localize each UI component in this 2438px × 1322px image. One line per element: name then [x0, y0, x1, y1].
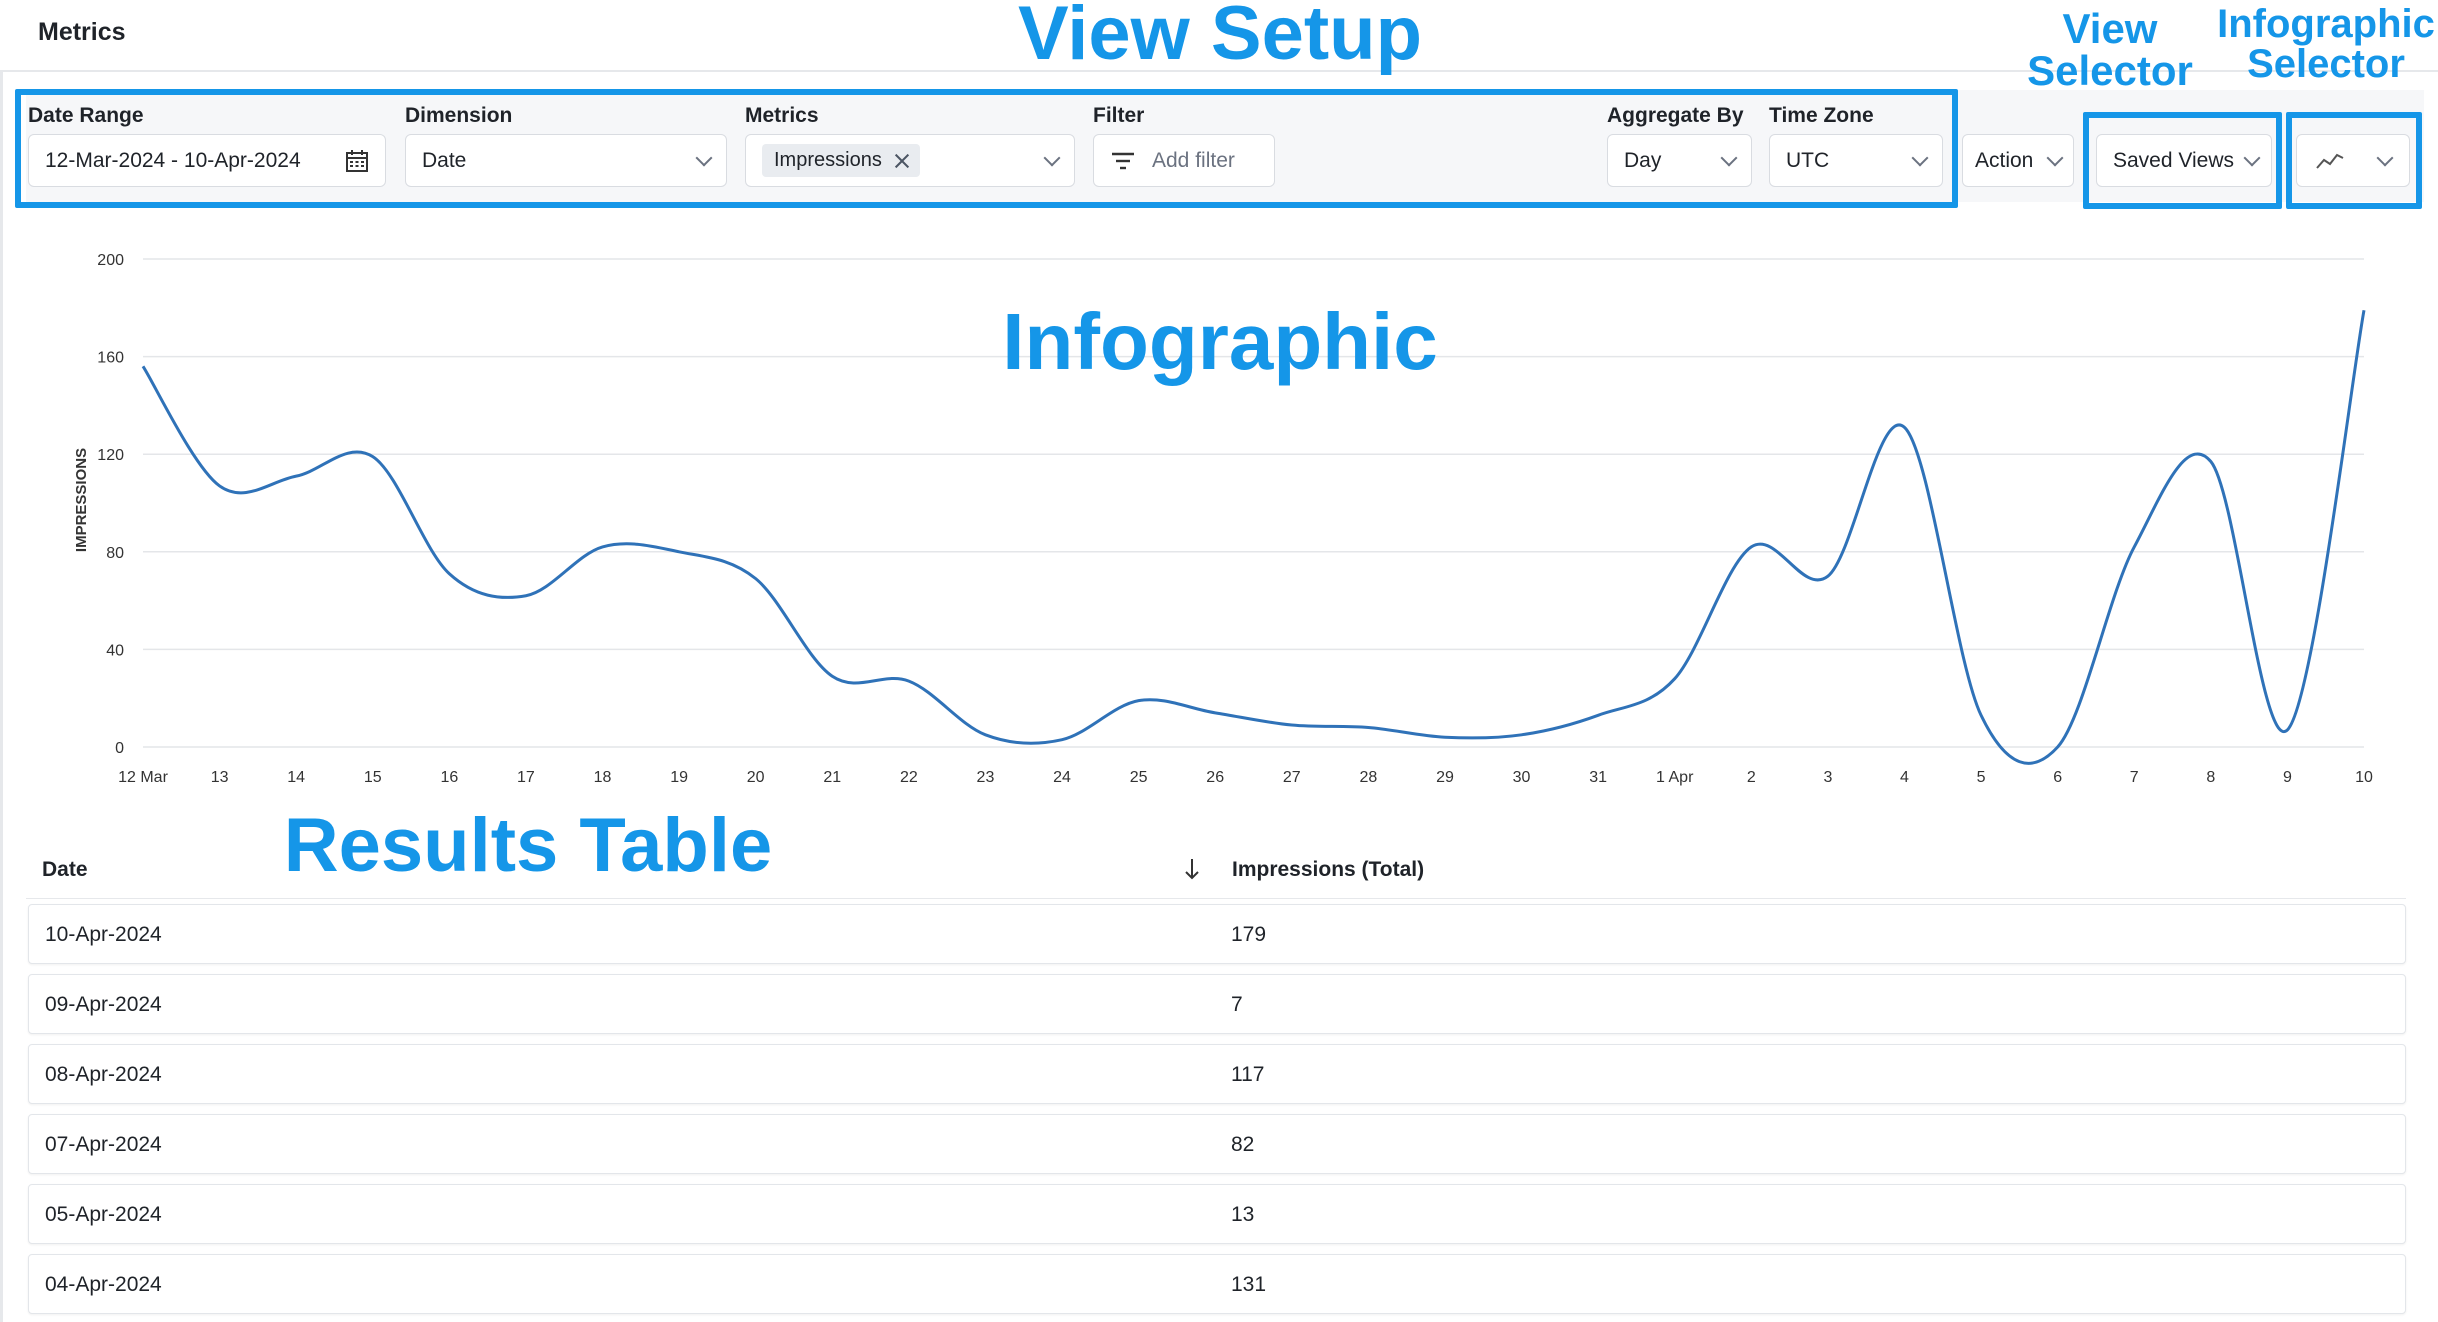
results-table-body: 10-Apr-2024 179 09-Apr-2024 7 08-Apr-202… [28, 904, 2406, 1322]
view-selector-box [2083, 112, 2282, 209]
table-row[interactable]: 05-Apr-2024 13 [28, 1184, 2406, 1244]
impressions-cell: 82 [1231, 1133, 1255, 1156]
impressions-cell: 117 [1231, 1063, 1265, 1086]
date-cell: 07-Apr-2024 [45, 1133, 162, 1156]
view-setup-box [15, 89, 1958, 208]
infographic-selector-box [2286, 112, 2422, 209]
infographic-annotation: Infographic [1002, 297, 1438, 386]
date-cell: 08-Apr-2024 [45, 1063, 162, 1086]
impressions-cell: 131 [1231, 1273, 1267, 1296]
chevron-down-icon [2046, 149, 2064, 166]
action-label: Action [1975, 148, 2034, 172]
table-row[interactable]: 09-Apr-2024 7 [28, 974, 2406, 1034]
action-menu-button[interactable]: Action [1962, 134, 2074, 187]
page-title: Metrics [38, 18, 126, 46]
column-header-date[interactable]: Date [42, 858, 88, 882]
impressions-cell: 7 [1231, 993, 1243, 1016]
table-row[interactable]: 04-Apr-2024 131 [28, 1254, 2406, 1314]
results-table-annotation: Results Table [283, 803, 773, 888]
impressions-cell: 13 [1231, 1203, 1255, 1226]
column-header-impressions[interactable]: Impressions (Total) [1232, 858, 1424, 882]
impressions-cell: 179 [1231, 923, 1267, 946]
view-setup-annotation: View Setup [1017, 0, 1423, 76]
infographic-selector-annotation: Infographic Selector [2217, 2, 2435, 86]
table-header-divider [26, 898, 2406, 899]
table-row[interactable]: 08-Apr-2024 117 [28, 1044, 2406, 1104]
date-cell: 09-Apr-2024 [45, 993, 162, 1016]
sort-arrow-down-icon[interactable] [1182, 856, 1202, 882]
left-divider [0, 72, 3, 1322]
view-selector-annotation: View Selector [2027, 5, 2193, 94]
date-cell: 10-Apr-2024 [45, 923, 162, 946]
date-cell: 05-Apr-2024 [45, 1203, 162, 1226]
table-row[interactable]: 10-Apr-2024 179 [28, 904, 2406, 964]
table-row[interactable]: 07-Apr-2024 82 [28, 1114, 2406, 1174]
date-cell: 04-Apr-2024 [45, 1273, 162, 1296]
